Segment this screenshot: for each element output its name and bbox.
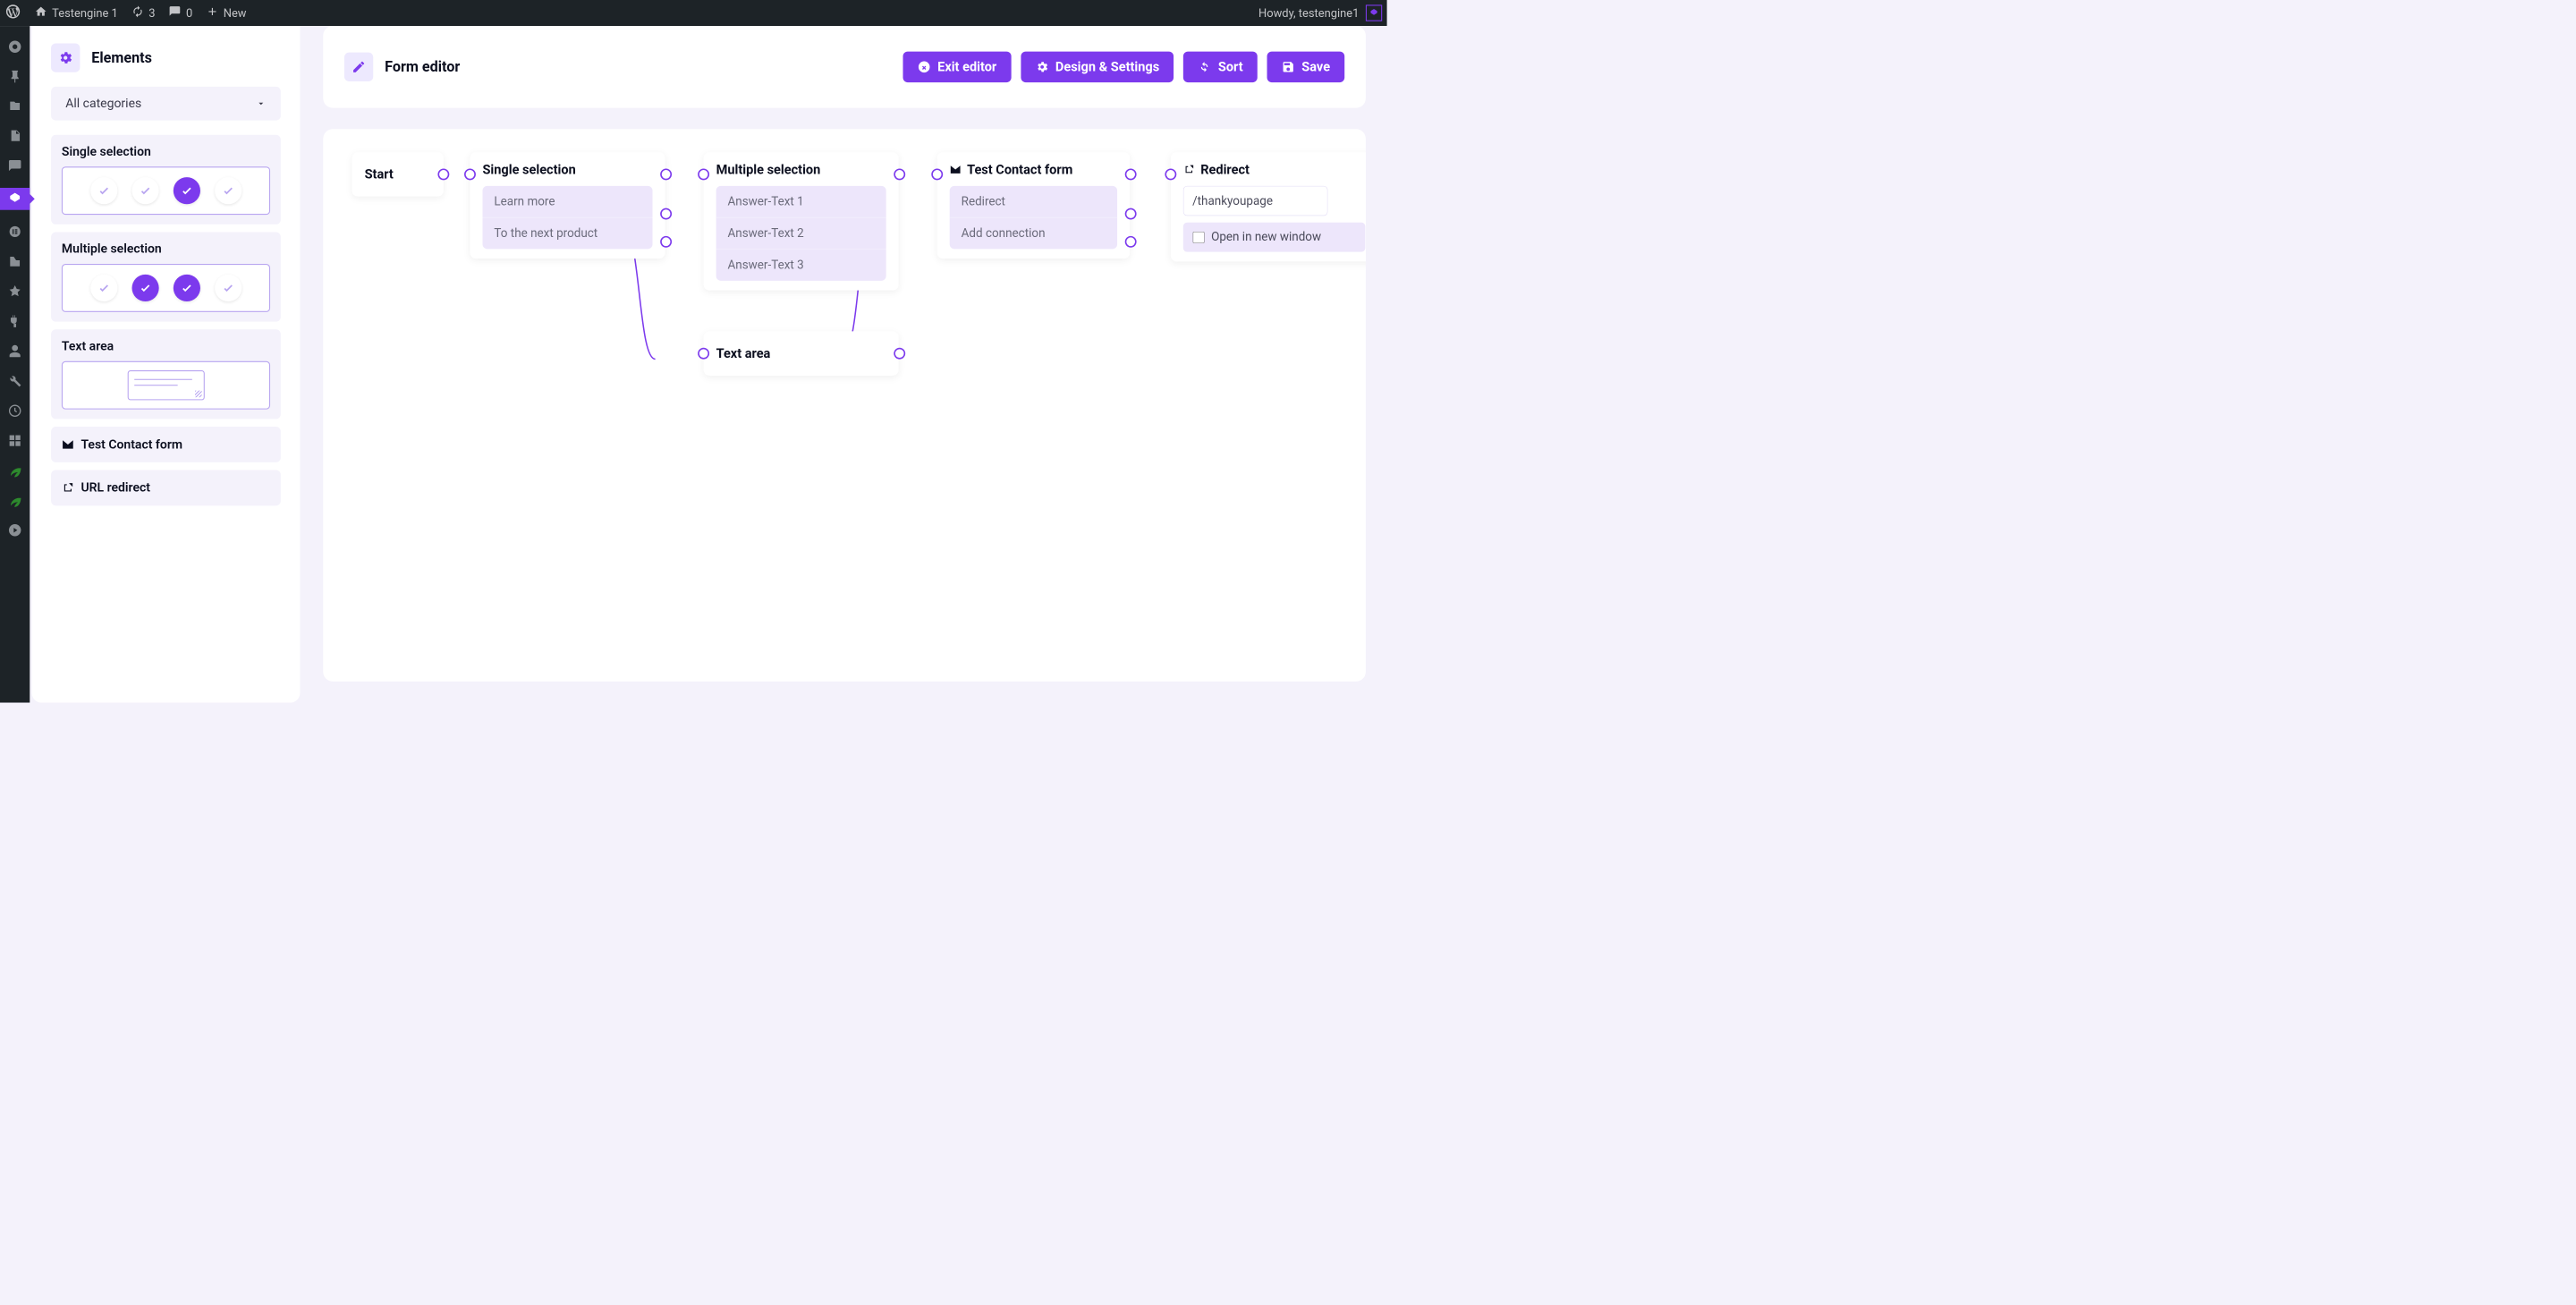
menu-formbuilder-icon[interactable]	[0, 188, 30, 210]
port-out[interactable]	[894, 348, 905, 360]
refresh-icon	[1198, 60, 1211, 73]
wordpress-icon[interactable]	[4, 4, 21, 23]
external-link-icon	[62, 481, 74, 494]
port-in[interactable]	[698, 168, 709, 180]
adminbar-new[interactable]: New	[206, 5, 246, 21]
menu-dashboard-icon[interactable]	[7, 38, 23, 55]
adminbar-comments[interactable]: 0	[169, 5, 193, 21]
menu-widgets-icon[interactable]	[7, 432, 23, 448]
user-badge-icon	[1366, 4, 1382, 21]
port-in[interactable]	[931, 168, 943, 180]
save-icon	[1282, 60, 1295, 73]
multiple-selection-preview	[62, 264, 270, 312]
external-link-icon	[1183, 164, 1195, 175]
element-text-area[interactable]: Text area	[51, 329, 281, 419]
port-in[interactable]	[1165, 168, 1176, 180]
editor-title: Form editor	[385, 58, 460, 75]
port-out[interactable]	[1125, 208, 1137, 220]
wp-admin-bar: Testengine 1 3 0 New Howdy, testengine1	[0, 0, 1387, 26]
menu-comments-icon[interactable]	[7, 158, 23, 174]
sort-button[interactable]: Sort	[1183, 52, 1258, 82]
node-option[interactable]: Learn more	[482, 186, 652, 218]
node-option[interactable]: To the next product	[482, 217, 652, 249]
design-settings-button[interactable]: Design & Settings	[1021, 52, 1174, 82]
menu-templates-icon[interactable]	[7, 253, 23, 269]
elements-gear-icon	[51, 43, 80, 72]
save-button[interactable]: Save	[1267, 52, 1345, 82]
envelope-icon	[62, 438, 74, 451]
node-option[interactable]: Answer-Text 1	[716, 186, 886, 218]
element-single-selection[interactable]: Single selection	[51, 135, 281, 225]
port-in[interactable]	[698, 348, 709, 360]
single-selection-preview	[62, 166, 270, 215]
elements-panel-title: Elements	[91, 49, 152, 66]
menu-pin-icon[interactable]	[7, 68, 23, 84]
menu-leaf2-icon[interactable]	[7, 492, 23, 508]
node-option[interactable]: Answer-Text 3	[716, 250, 886, 281]
menu-plugins-icon[interactable]	[7, 313, 23, 329]
wp-admin-menu	[0, 26, 30, 702]
menu-pages-icon[interactable]	[7, 128, 23, 144]
envelope-icon	[950, 164, 962, 175]
element-url-redirect[interactable]: URL redirect	[51, 470, 281, 505]
new-window-checkbox[interactable]	[1193, 232, 1205, 243]
chevron-down-icon	[256, 98, 267, 109]
exit-editor-button[interactable]: Exit editor	[902, 52, 1011, 82]
adminbar-user[interactable]: Howdy, testengine1	[1258, 4, 1382, 21]
node-option[interactable]: Add connection	[950, 217, 1117, 249]
menu-tools-icon[interactable]	[7, 373, 23, 389]
port-in[interactable]	[464, 168, 476, 180]
edit-icon	[344, 53, 373, 81]
port-out[interactable]	[660, 208, 672, 220]
menu-appearance-icon[interactable]	[7, 284, 23, 300]
node-single-selection[interactable]: Single selection Learn more To the next …	[470, 152, 665, 258]
elements-panel-header: Elements	[32, 26, 301, 87]
redirect-url-input[interactable]	[1183, 186, 1328, 216]
element-contact-form[interactable]: Test Contact form	[51, 427, 281, 462]
node-text-area[interactable]: Text area	[704, 331, 899, 376]
editor-header: Form editor Exit editor Design & Setting…	[323, 26, 1366, 108]
elements-panel: Elements All categories Single selection	[32, 26, 301, 702]
adminbar-updates[interactable]: 3	[131, 5, 156, 21]
gear-icon	[1035, 60, 1048, 73]
new-window-checkbox-row[interactable]: Open in new window	[1183, 223, 1366, 252]
port-out[interactable]	[437, 168, 449, 180]
category-dropdown[interactable]: All categories	[51, 87, 281, 121]
adminbar-site-name[interactable]: Testengine 1	[35, 5, 118, 21]
menu-play-icon[interactable]	[7, 522, 23, 538]
port-out[interactable]	[660, 236, 672, 248]
node-option[interactable]: Redirect	[950, 186, 1117, 218]
menu-leaf1-icon[interactable]	[7, 462, 23, 479]
menu-users-icon[interactable]	[7, 343, 23, 359]
form-canvas[interactable]: Start Single selection Learn more To the…	[323, 129, 1366, 682]
menu-media-icon[interactable]	[7, 98, 23, 114]
text-area-preview	[62, 361, 270, 410]
node-contact-form[interactable]: Test Contact form Redirect Add connectio…	[937, 152, 1130, 258]
port-out[interactable]	[894, 168, 905, 180]
node-start[interactable]: Start	[352, 152, 444, 197]
menu-elementor-icon[interactable]	[7, 224, 23, 240]
close-circle-icon	[918, 60, 931, 73]
node-multiple-selection[interactable]: Multiple selection Answer-Text 1 Answer-…	[704, 152, 899, 291]
port-out[interactable]	[1125, 168, 1137, 180]
port-out[interactable]	[1125, 236, 1137, 248]
port-out[interactable]	[660, 168, 672, 180]
menu-settings-icon[interactable]	[7, 403, 23, 419]
node-option[interactable]: Answer-Text 2	[716, 217, 886, 250]
element-multiple-selection[interactable]: Multiple selection	[51, 233, 281, 322]
node-redirect[interactable]: Redirect Open in new window	[1171, 152, 1366, 261]
